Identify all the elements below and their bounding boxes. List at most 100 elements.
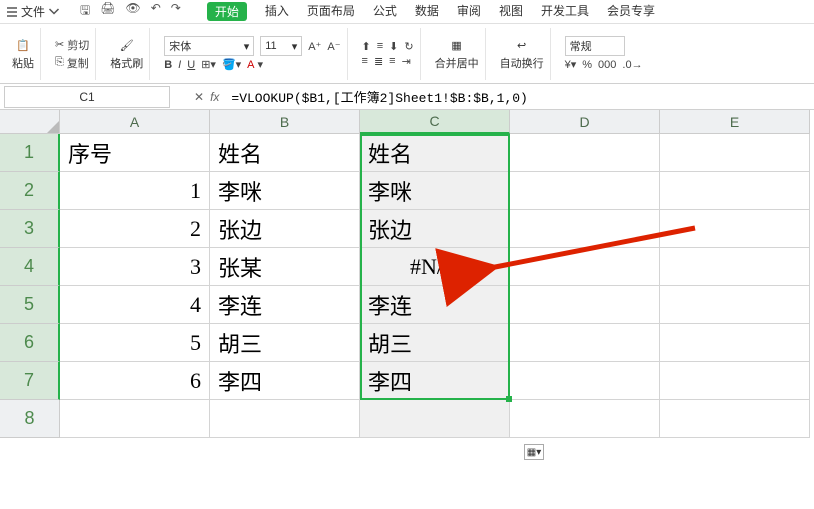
col-header-C[interactable]: C (360, 110, 510, 134)
align-left[interactable]: ≡ (362, 55, 368, 67)
cell-E4[interactable] (660, 248, 810, 286)
cell-C5[interactable]: 李连 (360, 286, 510, 324)
wrap-text[interactable]: ↩ 自动换行 (500, 36, 544, 71)
border-button[interactable]: ⊞▾ (201, 58, 216, 71)
cell-E1[interactable] (660, 134, 810, 172)
copy-button[interactable]: ⎘复制 (55, 55, 89, 71)
col-header-A[interactable]: A (60, 110, 210, 134)
cell-E8[interactable] (660, 400, 810, 438)
name-box[interactable]: C1 (4, 86, 170, 108)
cell-A7[interactable]: 6 (60, 362, 210, 400)
tab-insert[interactable]: 插入 (265, 2, 289, 21)
select-all-corner[interactable] (0, 110, 60, 134)
font-size-select[interactable]: 11▾ (260, 36, 302, 56)
fx-icon[interactable]: fx (210, 90, 219, 104)
currency-button[interactable]: ¥▾ (565, 58, 577, 71)
paste-button[interactable]: 📋 粘贴 (12, 36, 34, 71)
cell-A1[interactable]: 序号 (60, 134, 210, 172)
cell-B6[interactable]: 胡三 (210, 324, 360, 362)
cell-D1[interactable] (510, 134, 660, 172)
cell-B4[interactable]: 张某 (210, 248, 360, 286)
cell-A6[interactable]: 5 (60, 324, 210, 362)
row-header[interactable]: 1 (0, 134, 60, 172)
cell-D6[interactable] (510, 324, 660, 362)
tab-vip[interactable]: 会员专享 (607, 2, 655, 21)
tab-view[interactable]: 视图 (499, 2, 523, 21)
cell-D5[interactable] (510, 286, 660, 324)
row-header[interactable]: 2 (0, 172, 60, 210)
shrink-font[interactable]: A⁻ (327, 40, 340, 53)
fill-color-button[interactable]: 🪣▾ (222, 58, 241, 71)
col-header-E[interactable]: E (660, 110, 810, 134)
cell-B7[interactable]: 李四 (210, 362, 360, 400)
inc-decimal[interactable]: .0→ (622, 59, 642, 71)
cell-D2[interactable] (510, 172, 660, 210)
underline-button[interactable]: U (187, 59, 195, 71)
tab-home[interactable]: 开始 (207, 2, 247, 21)
cell-A3[interactable]: 2 (60, 210, 210, 248)
cell-A8[interactable] (60, 400, 210, 438)
tab-layout[interactable]: 页面布局 (307, 2, 355, 21)
align-mid[interactable]: ≡ (377, 40, 383, 52)
cell-D3[interactable] (510, 210, 660, 248)
cell-C6[interactable]: 胡三 (360, 324, 510, 362)
cancel-formula[interactable]: ✕ (194, 90, 204, 104)
row-header[interactable]: 8 (0, 400, 60, 438)
percent-button[interactable]: % (582, 59, 592, 71)
cell-E7[interactable] (660, 362, 810, 400)
cell-A2[interactable]: 1 (60, 172, 210, 210)
cell-E2[interactable] (660, 172, 810, 210)
fill-options-button[interactable]: ▦▾ (524, 444, 544, 460)
merge-center[interactable]: ▦ 合并居中 (435, 36, 479, 71)
cell-C8[interactable] (360, 400, 510, 438)
row-header[interactable]: 5 (0, 286, 60, 324)
tab-review[interactable]: 审阅 (457, 2, 481, 21)
tab-dev[interactable]: 开发工具 (541, 2, 589, 21)
save-icon[interactable]: 🖫 (80, 1, 90, 22)
indent[interactable]: ⇥ (402, 55, 411, 68)
orientation[interactable]: ↻ (404, 40, 413, 53)
comma-button[interactable]: 000 (598, 59, 616, 71)
align-right[interactable]: ≡ (389, 55, 395, 67)
font-select[interactable]: 宋体▾ (164, 36, 254, 56)
align-top[interactable]: ⬆ (362, 40, 371, 53)
cell-B2[interactable]: 李咪 (210, 172, 360, 210)
row-header[interactable]: 7 (0, 362, 60, 400)
formula-input[interactable]: =VLOOKUP($B1,[工作簿2]Sheet1!$B:$B,1,0) (231, 87, 527, 106)
italic-button[interactable]: I (178, 59, 181, 71)
cell-E6[interactable] (660, 324, 810, 362)
row-header[interactable]: 6 (0, 324, 60, 362)
cell-A5[interactable]: 4 (60, 286, 210, 324)
cut-button[interactable]: ✂剪切 (55, 37, 89, 53)
cell-E5[interactable] (660, 286, 810, 324)
cell-A4[interactable]: 3 (60, 248, 210, 286)
cell-C7[interactable]: 李四 (360, 362, 510, 400)
cell-C3[interactable]: 张边 (360, 210, 510, 248)
cell-B3[interactable]: 张边 (210, 210, 360, 248)
cell-D8[interactable] (510, 400, 660, 438)
align-bot[interactable]: ⬇ (389, 40, 398, 53)
cell-C1[interactable]: 姓名 (360, 134, 510, 172)
cell-B5[interactable]: 李连 (210, 286, 360, 324)
col-header-B[interactable]: B (210, 110, 360, 134)
redo-icon[interactable]: ↷ (171, 1, 181, 22)
font-color-button[interactable]: A▾ (247, 58, 263, 71)
row-header[interactable]: 3 (0, 210, 60, 248)
cell-E3[interactable] (660, 210, 810, 248)
cell-D4[interactable] (510, 248, 660, 286)
tab-data[interactable]: 数据 (415, 2, 439, 21)
grow-font[interactable]: A⁺ (308, 40, 321, 53)
cell-C2[interactable]: 李咪 (360, 172, 510, 210)
tab-formula[interactable]: 公式 (373, 2, 397, 21)
number-format[interactable]: 常规 (565, 36, 625, 56)
print-icon[interactable]: 🖨 (100, 1, 115, 22)
row-header[interactable]: 4 (0, 248, 60, 286)
align-center[interactable]: ≣ (374, 55, 383, 68)
cell-B8[interactable] (210, 400, 360, 438)
cell-B1[interactable]: 姓名 (210, 134, 360, 172)
format-painter[interactable]: 🖌 格式刷 (110, 36, 143, 71)
undo-icon[interactable]: ↶ (151, 1, 161, 22)
preview-icon[interactable]: 👁 (125, 1, 140, 22)
col-header-D[interactable]: D (510, 110, 660, 134)
bold-button[interactable]: B (164, 59, 172, 71)
